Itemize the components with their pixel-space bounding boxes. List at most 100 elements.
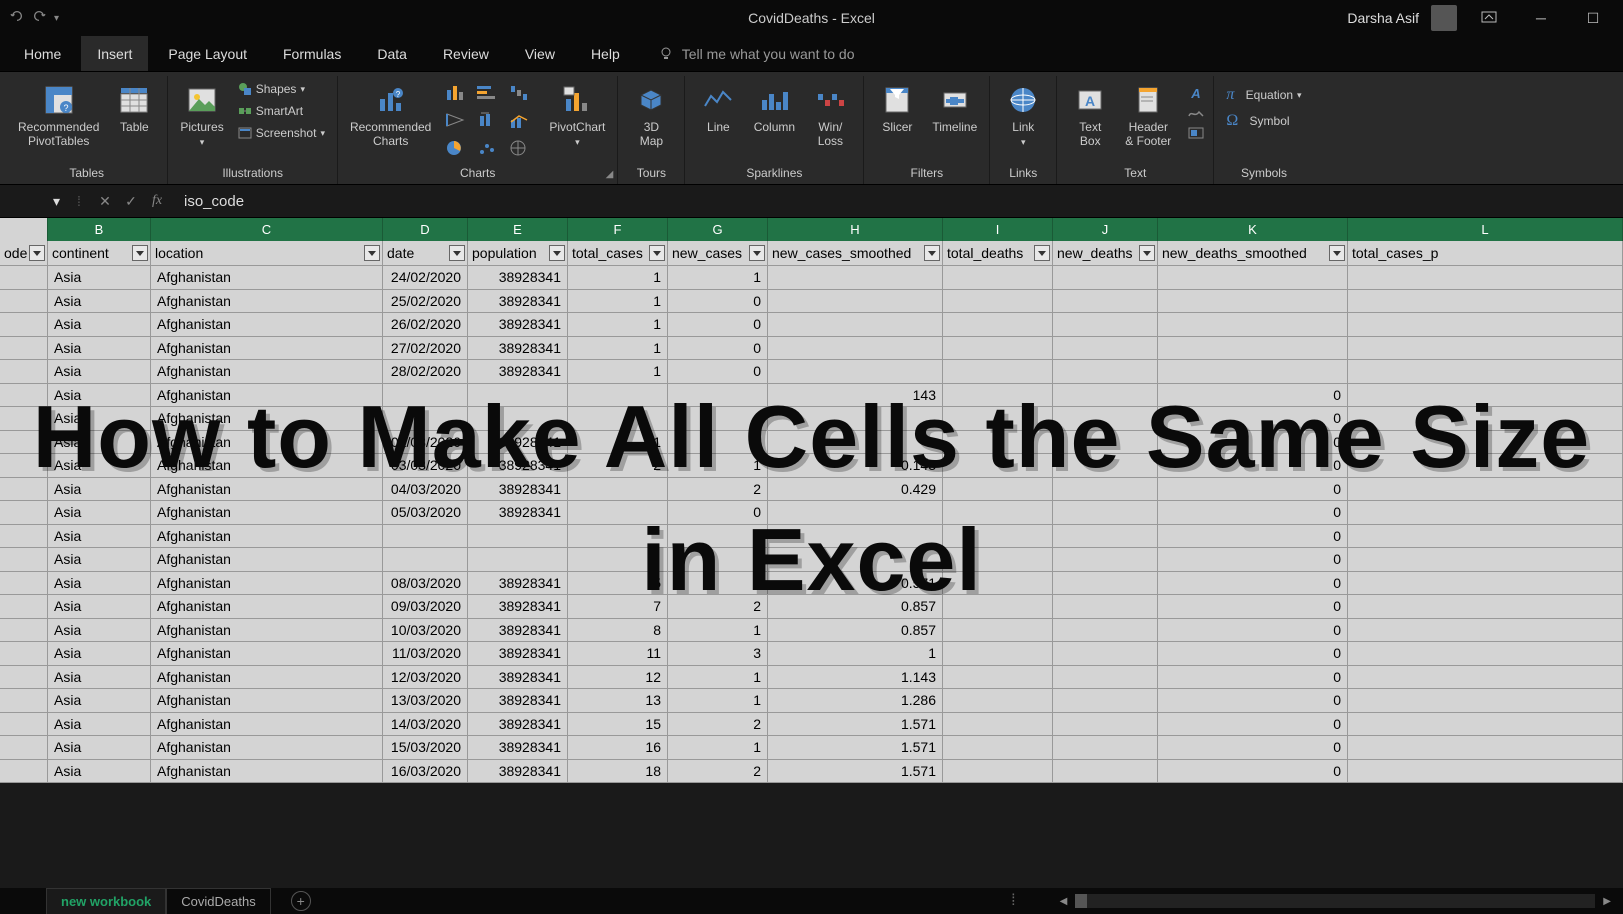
wordart-icon[interactable]: A [1187,86,1205,100]
sparkline-column-button[interactable]: Column [749,80,799,138]
charts-dialog-launcher[interactable]: ◢ [606,169,614,180]
cell[interactable]: 11/03/2020 [383,642,468,665]
cell[interactable] [943,313,1053,336]
cell[interactable]: 1 [668,266,768,289]
cell[interactable]: Asia [48,689,151,712]
cell[interactable] [943,478,1053,501]
shapes-button[interactable]: Shapes ▾ [234,80,329,98]
timeline-button[interactable]: Timeline [928,80,981,138]
header-new-cases[interactable]: new_cases [668,241,768,265]
waterfall-chart-icon[interactable] [505,80,533,104]
cell[interactable] [668,384,768,407]
header-footer-button[interactable]: Header & Footer [1121,80,1175,153]
row-header[interactable] [0,431,48,454]
cell[interactable] [668,407,768,430]
cell[interactable]: 2 [668,713,768,736]
cell[interactable] [943,266,1053,289]
cell[interactable]: 1 [668,736,768,759]
cell[interactable] [943,501,1053,524]
cell[interactable] [568,525,668,548]
cell[interactable] [943,431,1053,454]
cell[interactable]: 8 [568,619,668,642]
cell[interactable]: 38928341 [468,760,568,783]
cell[interactable]: 38928341 [468,501,568,524]
cell[interactable]: 0 [1158,407,1348,430]
filter-new-deaths-smoothed[interactable] [1329,245,1345,261]
cell[interactable]: 0.857 [768,595,943,618]
row-header[interactable] [0,290,48,313]
cell[interactable]: 08/03/2020 [383,572,468,595]
cell[interactable] [1053,642,1158,665]
cell[interactable]: 38928341 [468,360,568,383]
col-D[interactable]: D [383,218,468,241]
cell[interactable] [1348,360,1623,383]
cell[interactable]: 0.429 [768,478,943,501]
cell[interactable]: 12 [568,666,668,689]
cell[interactable] [1348,501,1623,524]
qat-dropdown-icon[interactable]: ▾ [54,13,59,24]
cell[interactable]: 0 [1158,666,1348,689]
cell[interactable]: 0 [668,501,768,524]
cell[interactable] [1348,713,1623,736]
cell[interactable]: 0 [1158,572,1348,595]
cell[interactable] [1053,689,1158,712]
cell[interactable]: Asia [48,501,151,524]
cell[interactable] [568,478,668,501]
cell[interactable] [383,525,468,548]
cell[interactable] [1053,313,1158,336]
equation-button[interactable]: π Equation ▾ [1222,84,1305,106]
cell[interactable]: 0 [668,548,768,571]
cell[interactable] [1053,595,1158,618]
cell[interactable]: 1.571 [768,713,943,736]
cell[interactable]: 38928341 [468,431,568,454]
cell[interactable]: 15/03/2020 [383,736,468,759]
minimize-button[interactable]: ─ [1521,10,1561,26]
cell[interactable] [1348,548,1623,571]
cell[interactable] [568,548,668,571]
sheet-tab-coviddeaths[interactable]: CovidDeaths [166,888,270,914]
tab-page-layout[interactable]: Page Layout [152,36,263,71]
cell[interactable]: Asia [48,313,151,336]
cell[interactable]: Afghanistan [151,407,383,430]
tell-me[interactable]: Tell me what you want to do [658,36,855,71]
cell[interactable] [768,360,943,383]
pictures-button[interactable]: Pictures▾ [176,80,227,153]
col-B[interactable]: B [48,218,151,241]
cell[interactable]: 1 [568,290,668,313]
cell[interactable] [1348,337,1623,360]
ribbon-options-icon[interactable] [1469,10,1509,26]
cell[interactable]: Asia [48,384,151,407]
cell[interactable]: Afghanistan [151,454,383,477]
cell[interactable]: 38928341 [468,290,568,313]
row-header[interactable] [0,360,48,383]
cell[interactable]: 18 [568,760,668,783]
col-I[interactable]: I [943,218,1053,241]
row-header[interactable] [0,478,48,501]
cell[interactable] [1348,266,1623,289]
col-K[interactable]: K [1158,218,1348,241]
cell[interactable]: 0 [1158,713,1348,736]
header-date[interactable]: date [383,241,468,265]
cell[interactable]: 16 [568,736,668,759]
header-location[interactable]: location [151,241,383,265]
column-chart-icon[interactable] [441,80,469,104]
cell[interactable]: Asia [48,266,151,289]
cell[interactable]: 1 [568,266,668,289]
header-total-cases-p[interactable]: total_cases_p [1348,241,1623,265]
cell[interactable] [943,619,1053,642]
cell[interactable] [943,454,1053,477]
header-total-deaths[interactable]: total_deaths [943,241,1053,265]
row-header[interactable] [0,689,48,712]
cell[interactable]: 38928341 [468,337,568,360]
cell[interactable]: 0.571 [768,572,943,595]
cell[interactable]: 0 [1158,478,1348,501]
cell[interactable]: Asia [48,548,151,571]
cell[interactable] [1053,431,1158,454]
cell[interactable]: 38928341 [468,689,568,712]
cell[interactable]: Afghanistan [151,595,383,618]
select-all[interactable] [0,218,48,241]
cell[interactable]: 38928341 [468,619,568,642]
header-new-cases-smoothed[interactable]: new_cases_smoothed [768,241,943,265]
scroll-left-button[interactable]: ◀ [1056,896,1072,907]
textbox-button[interactable]: A Text Box [1065,80,1115,153]
